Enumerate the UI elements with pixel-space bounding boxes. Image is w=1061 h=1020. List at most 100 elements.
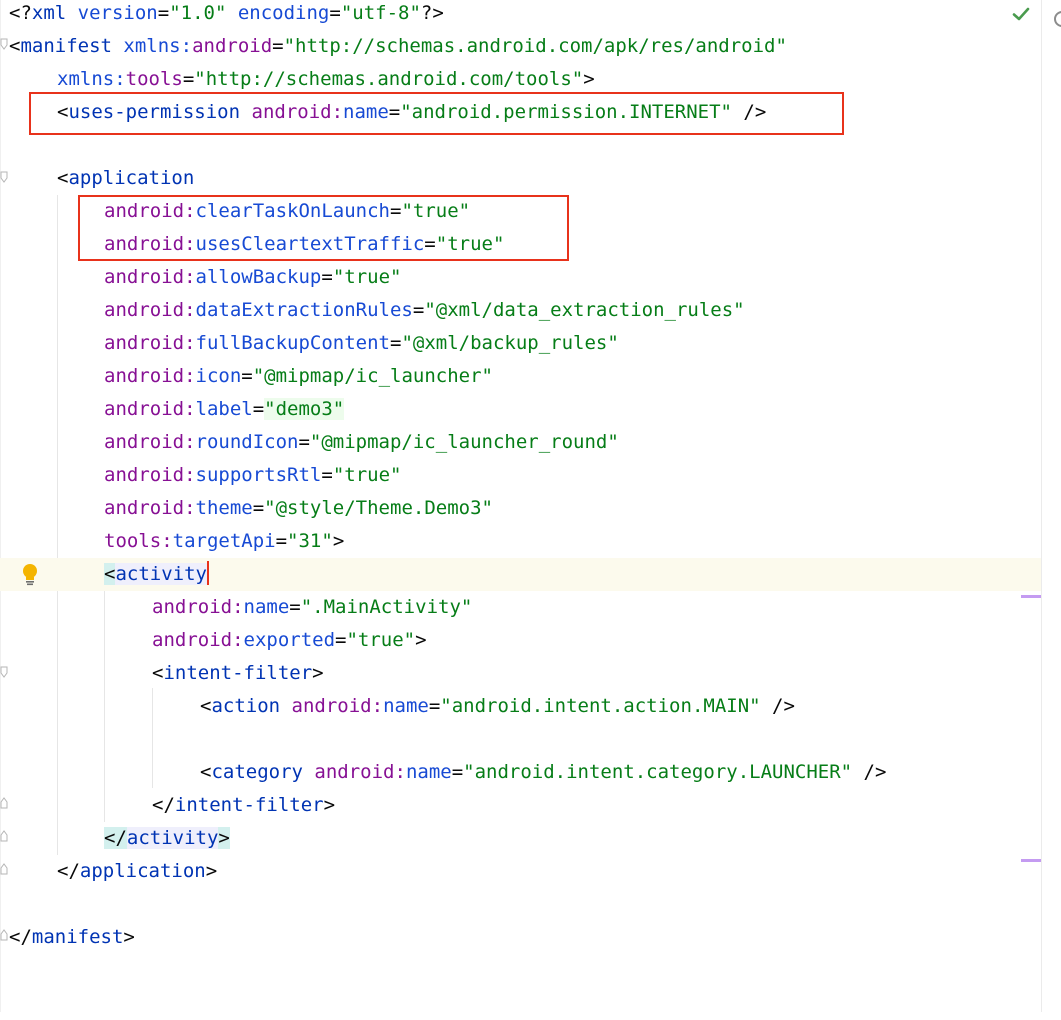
tag-bracket: <: [57, 167, 69, 189]
tag-bracket: >: [205, 860, 218, 882]
code-line-16[interactable]: android:theme="@style/Theme.Demo3": [0, 492, 493, 525]
code-line-11[interactable]: android:fullBackupContent="@xml/backup_r…: [0, 327, 619, 360]
tag-bracket: <: [200, 761, 212, 783]
fold-icon[interactable]: [0, 38, 8, 50]
xml-decl-open: <?: [9, 2, 32, 24]
code-line-1[interactable]: <?xml version="1.0" encoding="utf-8"?>: [0, 0, 444, 30]
attr-namespace: android:: [152, 596, 244, 618]
indent-guide: [104, 590, 105, 822]
attr-value: "true": [346, 629, 416, 651]
code-line-20[interactable]: android:exported="true">: [0, 624, 427, 657]
lightbulb-icon[interactable]: [20, 562, 40, 586]
attr-namespace: android:: [104, 233, 196, 255]
tag-uses-permission: uses-permission: [68, 101, 241, 123]
attr-namespace: android:: [104, 497, 196, 519]
tag-bracket: </: [104, 827, 127, 849]
xml-decl-value: "1.0": [169, 2, 227, 24]
tag-manifest-close: manifest: [31, 926, 124, 948]
equals-sign: =: [424, 233, 436, 255]
xml-decl-attr: encoding: [237, 2, 330, 24]
code-line-22[interactable]: <action android:name="android.intent.act…: [0, 690, 795, 723]
attr-namespace: android:: [291, 695, 384, 717]
attr-name: name: [383, 695, 429, 717]
tag-bracket: <: [57, 101, 69, 123]
code-line-8[interactable]: android:usesCleartextTraffic="true": [0, 228, 504, 261]
xml-decl-close: ?>: [420, 2, 444, 24]
attr-value: "true": [332, 464, 402, 486]
code-line-19[interactable]: android:name=".MainActivity": [0, 591, 472, 624]
attr-value: "android.intent.category.LAUNCHER": [463, 761, 853, 783]
tag-bracket: >: [323, 794, 336, 816]
attr-name: allowBackup: [195, 266, 322, 288]
code-line-7[interactable]: android:clearTaskOnLaunch="true": [0, 195, 470, 228]
equals-sign: =: [428, 695, 441, 717]
tag-bracket: <: [104, 563, 116, 585]
attr-namespace: android:: [104, 200, 196, 222]
code-line-9[interactable]: android:allowBackup="true": [0, 261, 401, 294]
code-line-17[interactable]: tools:targetApi="31">: [0, 525, 344, 558]
tag-bracket: >: [123, 926, 135, 948]
tag-manifest: manifest: [20, 35, 112, 57]
tag-bracket: />: [863, 761, 887, 783]
attr-name: tools: [125, 68, 183, 90]
attr-name: icon: [195, 365, 242, 387]
equals-sign: =: [182, 68, 195, 90]
fold-icon[interactable]: [0, 929, 8, 941]
fold-icon[interactable]: [0, 666, 8, 678]
code-line-3[interactable]: xmlns:tools="http://schemas.android.com/…: [0, 63, 595, 96]
attr-namespace: android:: [104, 464, 196, 486]
attr-value: "@mipmap/ic_launcher_round": [309, 431, 619, 453]
tag-bracket: />: [772, 695, 795, 717]
attr-value: "@mipmap/ic_launcher": [252, 365, 493, 387]
indent-guide: [152, 688, 153, 788]
code-line-18-current[interactable]: <activity: [0, 558, 1041, 591]
equals-sign: =: [241, 365, 253, 387]
attr-name: name: [405, 761, 452, 783]
tag-bracket: >: [332, 530, 345, 552]
attr-namespace: android:: [104, 398, 196, 420]
attr-value: "31": [287, 530, 333, 552]
tag-bracket: >: [312, 662, 324, 684]
tag-bracket: </: [152, 794, 175, 816]
attr-value: "true": [401, 200, 471, 222]
equals-sign: =: [389, 332, 402, 354]
equals-sign: =: [289, 596, 301, 618]
equals-sign: =: [298, 431, 310, 453]
code-line-14[interactable]: android:roundIcon="@mipmap/ic_launcher_r…: [0, 426, 619, 459]
code-line-13[interactable]: android:label="demo3": [0, 393, 345, 426]
fold-icon[interactable]: [0, 830, 8, 842]
attr-name: usesCleartextTraffic: [195, 233, 425, 255]
attr-name: clearTaskOnLaunch: [195, 200, 390, 222]
tag-bracket: <: [152, 662, 164, 684]
attr-name: label: [195, 398, 253, 420]
code-line-4[interactable]: <uses-permission android:name="android.p…: [0, 96, 766, 129]
tag-action: action: [211, 695, 281, 717]
attr-value: "@style/Theme.Demo3": [264, 497, 493, 519]
equals-sign: =: [321, 464, 333, 486]
indent-guide: [57, 195, 58, 855]
equals-sign: =: [321, 266, 333, 288]
tag-intent-filter-close: intent-filter: [174, 794, 324, 816]
code-line-12[interactable]: android:icon="@mipmap/ic_launcher": [0, 360, 493, 393]
xml-decl-name: xml: [31, 2, 67, 24]
equals-sign: =: [451, 761, 464, 783]
equals-sign: =: [252, 497, 265, 519]
scroll-marker: [1021, 595, 1041, 598]
fold-icon[interactable]: [0, 863, 8, 875]
code-line-15[interactable]: android:supportsRtl="true": [0, 459, 401, 492]
equals-sign: =: [272, 35, 284, 57]
tag-intent-filter: intent-filter: [163, 662, 313, 684]
tag-category: category: [211, 761, 303, 783]
xml-decl-attr: version: [77, 2, 158, 24]
fold-icon[interactable]: [0, 797, 8, 809]
code-line-10[interactable]: android:dataExtractionRules="@xml/data_e…: [0, 294, 745, 327]
attr-value: "true": [332, 266, 402, 288]
attr-name: android: [192, 35, 273, 57]
tag-bracket: >: [218, 827, 230, 849]
code-editor[interactable]: <?xml version="1.0" encoding="utf-8"?> <…: [0, 0, 1041, 1012]
fold-icon[interactable]: [0, 171, 8, 183]
check-icon[interactable]: [1012, 5, 1030, 23]
text-caret: [206, 560, 209, 585]
equals-sign: =: [389, 200, 402, 222]
code-line-24[interactable]: <category android:name="android.intent.c…: [0, 756, 886, 789]
